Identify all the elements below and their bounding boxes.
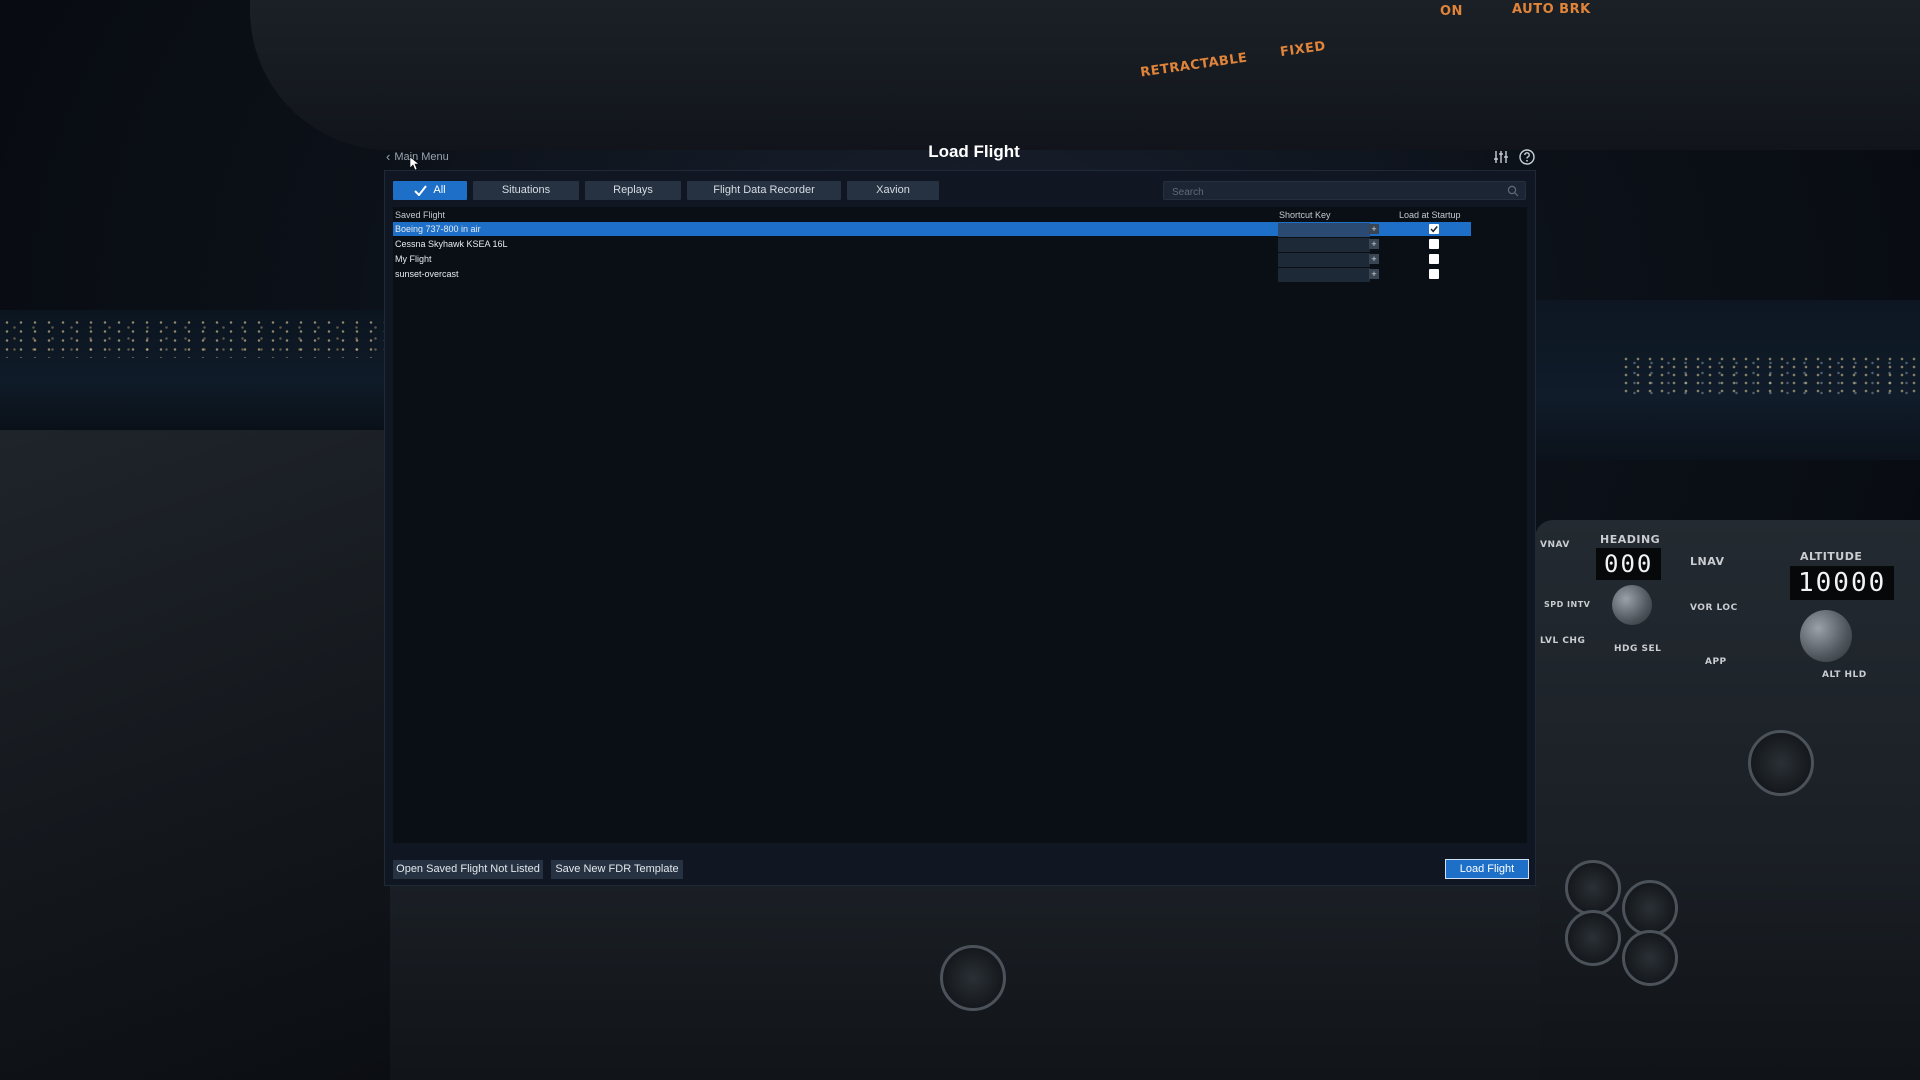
bg-label-spd-intv: SPD INTV — [1544, 600, 1591, 609]
bg-label-altitude: ALTITUDE — [1800, 550, 1863, 563]
gauge — [1622, 930, 1678, 986]
bg-label-vor-loc: VOR LOC — [1690, 603, 1738, 613]
load-at-startup-checkbox[interactable] — [1429, 239, 1439, 249]
bg-label-lvl-chg: LVL CHG — [1540, 636, 1586, 646]
add-shortcut-button[interactable]: + — [1369, 254, 1379, 264]
add-shortcut-button[interactable]: + — [1369, 224, 1379, 234]
filter-tabs: All Situations Replays Flight Data Recor… — [393, 181, 939, 200]
check-icon — [414, 185, 428, 196]
list-header: Saved Flight Shortcut Key Load at Startu… — [393, 207, 1527, 222]
search-icon — [1507, 185, 1519, 197]
shortcut-key-field[interactable] — [1278, 238, 1370, 252]
load-at-startup-checkbox[interactable] — [1429, 224, 1439, 234]
tab-flight-data-recorder[interactable]: Flight Data Recorder — [687, 181, 841, 200]
tab-situations[interactable]: Situations — [473, 181, 579, 200]
bg-label-vnav: VNAV — [1540, 540, 1570, 550]
gauge — [1622, 880, 1678, 936]
shortcut-key-field[interactable] — [1278, 268, 1370, 282]
tab-all-label: All — [433, 184, 446, 196]
shortcut-key-field[interactable] — [1278, 223, 1370, 237]
bg-label-heading: HEADING — [1600, 533, 1661, 546]
altitude-knob — [1800, 610, 1852, 662]
help-icon[interactable] — [1518, 148, 1536, 166]
gauge — [1748, 730, 1814, 796]
bg-label-hdg-sel: HDG SEL — [1614, 644, 1662, 654]
gauge — [1565, 910, 1621, 966]
heading-readout: 000 — [1596, 548, 1662, 580]
load-flight-button[interactable]: Load Flight — [1445, 859, 1529, 879]
column-saved-flight: Saved Flight — [395, 210, 446, 220]
bg-label-alt-hld: ALT HLD — [1822, 670, 1867, 680]
add-shortcut-button[interactable]: + — [1369, 269, 1379, 279]
load-at-startup-checkbox[interactable] — [1429, 254, 1439, 264]
save-fdr-template-button[interactable]: Save New FDR Template — [551, 860, 683, 879]
gauge — [1565, 860, 1621, 916]
column-load-at-startup: Load at Startup — [1399, 210, 1461, 220]
table-row[interactable]: sunset-overcast + — [393, 267, 1527, 282]
tab-xavion[interactable]: Xavion — [847, 181, 939, 200]
flight-name: Cessna Skyhawk KSEA 16L — [395, 239, 508, 249]
open-saved-flight-button[interactable]: Open Saved Flight Not Listed — [393, 860, 543, 879]
overhead-panel — [250, 0, 1920, 150]
bg-label-app: APP — [1705, 657, 1727, 667]
flight-name: Boeing 737-800 in air — [395, 224, 481, 234]
sliders-icon[interactable] — [1492, 148, 1510, 166]
load-at-startup-checkbox[interactable] — [1429, 269, 1439, 279]
captain-seat — [0, 430, 390, 1080]
page-title: Load Flight — [928, 142, 1020, 161]
city-lights-right — [1620, 355, 1920, 395]
tab-all[interactable]: All — [393, 181, 467, 200]
check-icon — [1430, 226, 1438, 233]
column-shortcut-key: Shortcut Key — [1279, 210, 1331, 220]
bg-label-on: ON — [1440, 4, 1463, 19]
altitude-readout: 10000 — [1790, 566, 1895, 600]
table-row[interactable]: My Flight + — [393, 252, 1527, 267]
flight-name: sunset-overcast — [395, 269, 459, 279]
table-row[interactable]: Boeing 737-800 in air + — [393, 222, 1527, 237]
add-shortcut-button[interactable]: + — [1369, 239, 1379, 249]
search-input[interactable] — [1164, 184, 1510, 201]
bg-label-lnav: LNAV — [1690, 555, 1725, 568]
search-box — [1163, 181, 1526, 201]
heading-knob — [1612, 585, 1652, 625]
saved-flights-list: Saved Flight Shortcut Key Load at Startu… — [393, 207, 1527, 843]
table-row[interactable]: Cessna Skyhawk KSEA 16L + — [393, 237, 1527, 252]
tab-replays[interactable]: Replays — [585, 181, 681, 200]
city-lights-left — [0, 318, 390, 358]
bg-label-auto: AUTO BRK — [1512, 2, 1591, 17]
shortcut-key-field[interactable] — [1278, 253, 1370, 267]
gauge — [940, 945, 1006, 1011]
flight-name: My Flight — [395, 254, 432, 264]
load-flight-panel: All Situations Replays Flight Data Recor… — [384, 170, 1536, 886]
